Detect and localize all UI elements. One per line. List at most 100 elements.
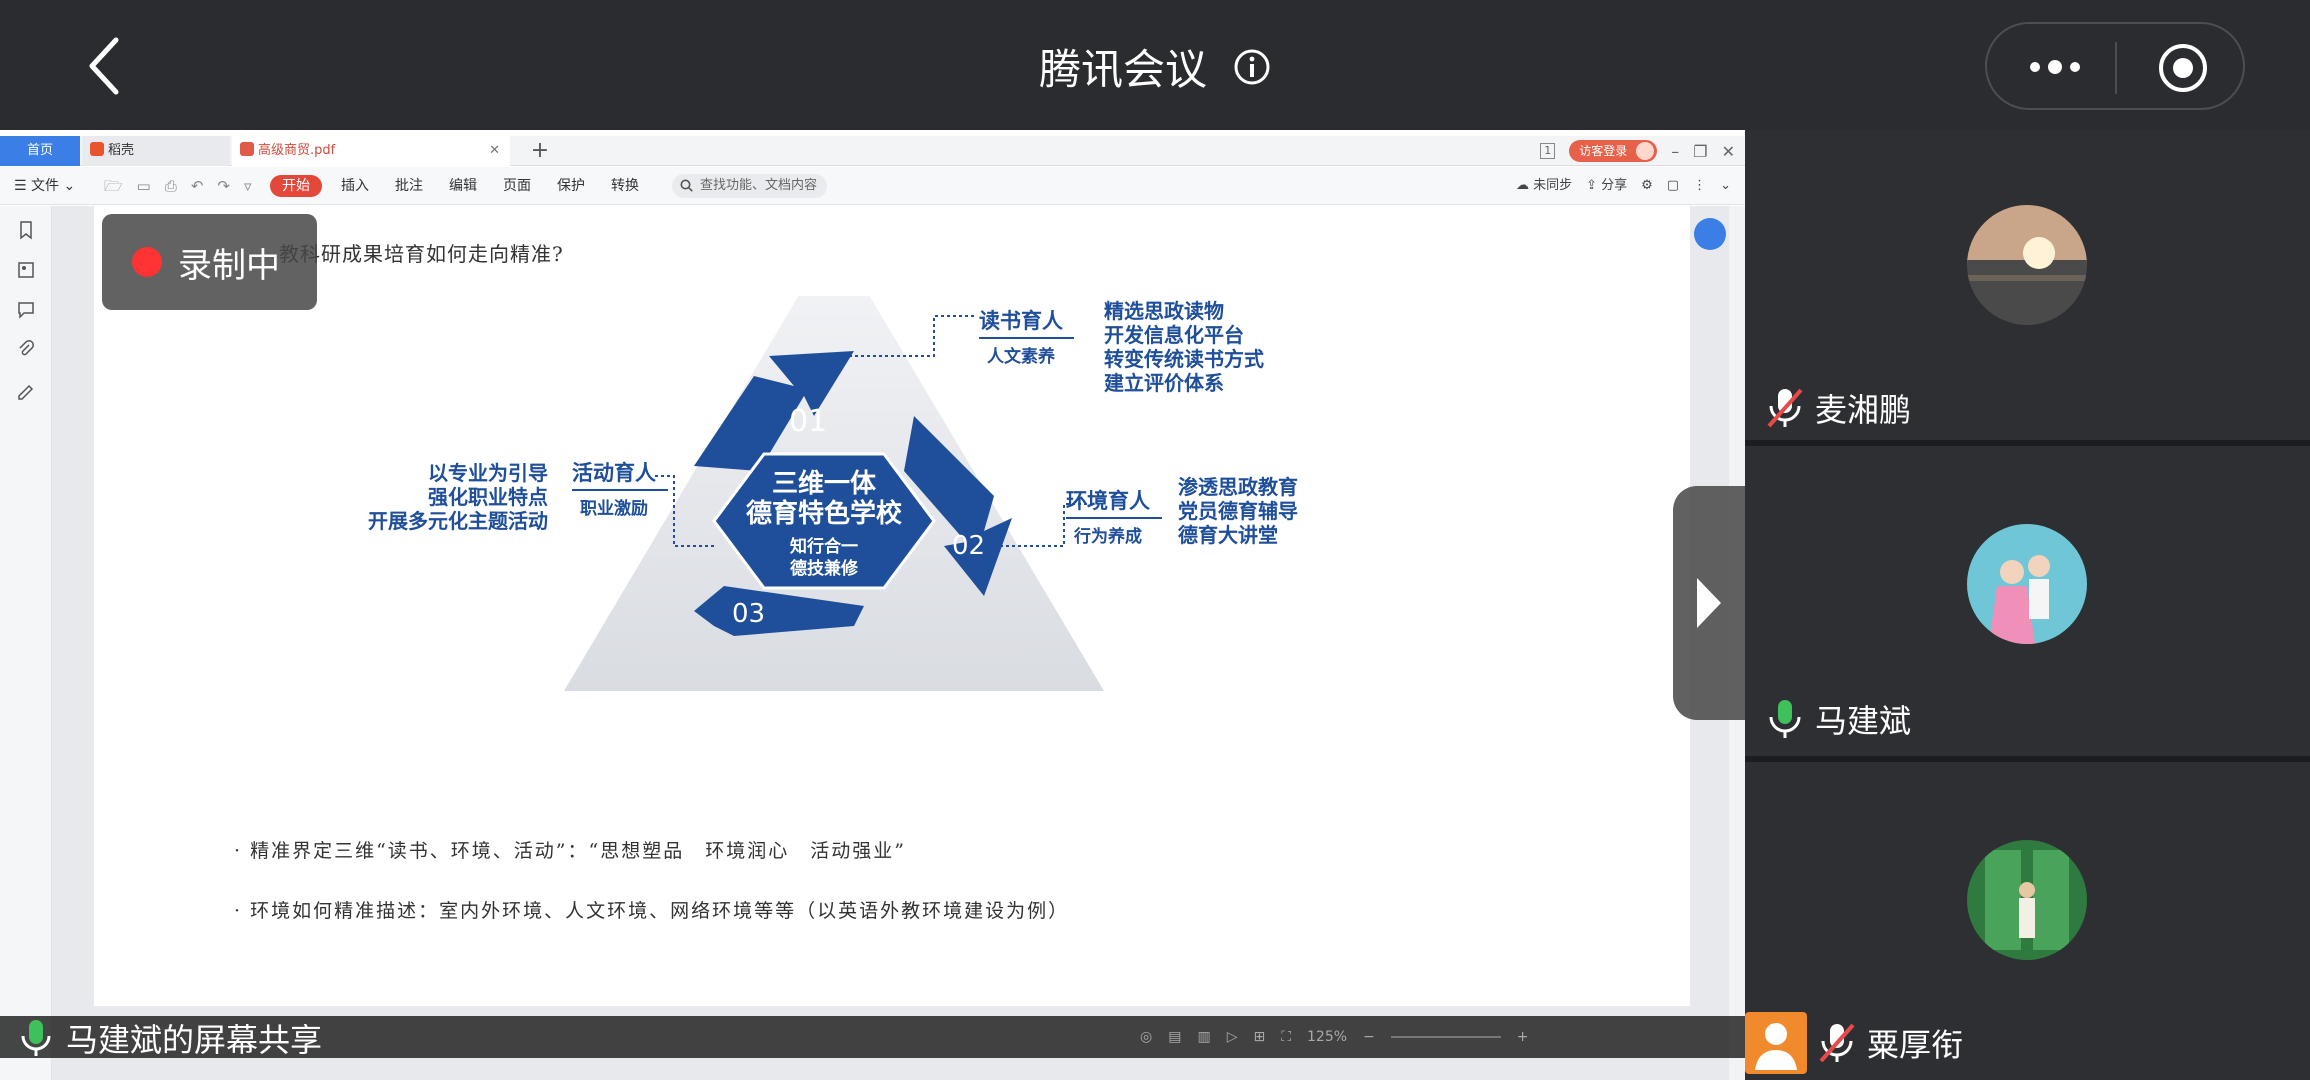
document-canvas: 教科研成果培育如何走向精准? 01 02 03 三维一体 德育特色学校 知行合一… — [52, 206, 1745, 1080]
share-button[interactable]: ⇪ 分享 — [1586, 167, 1627, 205]
exit-meeting-icon[interactable] — [2157, 42, 2209, 94]
single-page-icon[interactable]: ▤ — [1168, 1029, 1181, 1045]
signature-icon[interactable] — [16, 380, 36, 400]
attachment-icon[interactable] — [16, 340, 36, 360]
page-indicator: 1 — [1540, 143, 1556, 159]
play-icon[interactable]: ▷ — [1227, 1029, 1238, 1045]
activity-item-2: 强化职业特点 — [428, 485, 548, 509]
sync-status[interactable]: ☁ 未同步 — [1516, 167, 1572, 205]
env-item-1: 渗透思政教育 — [1178, 475, 1298, 499]
docer-logo-icon — [90, 142, 104, 156]
read-title: 读书育人 — [979, 309, 1063, 333]
minimize-icon[interactable]: – — [1671, 142, 1679, 161]
tab-docer[interactable]: 稻壳 — [82, 136, 230, 166]
collapse-icon[interactable]: ⌄ — [1720, 167, 1731, 205]
zoom-controls: ◎ ▤ ▥ ▷ ⊞ ⛶ 125% − + — [1140, 1016, 1529, 1058]
new-tab-button[interactable]: + — [520, 136, 560, 166]
floating-tool-button[interactable] — [1694, 218, 1726, 250]
menu-annotate[interactable]: 批注 — [382, 167, 436, 205]
bookmark-icon[interactable] — [16, 220, 36, 240]
undo-icon[interactable]: ↶ — [191, 167, 204, 205]
mic-muted-icon — [1767, 388, 1803, 428]
label-03: 03 — [732, 599, 765, 629]
menu-insert[interactable]: 插入 — [328, 167, 382, 205]
activity-title: 活动育人 — [572, 461, 656, 485]
participant-tile[interactable]: 粟厚衔 — [1745, 762, 2310, 1080]
tab-pdf-document[interactable]: 高级商贸.pdf ✕ — [232, 136, 510, 166]
read-sub: 人文素养 — [987, 346, 1056, 367]
close-tab-icon[interactable]: ✕ — [489, 136, 500, 166]
wps-tab-bar: 首页 稻壳 高级商贸.pdf ✕ + 1 访客登录 – ❐ ✕ — [0, 136, 1745, 166]
participant-name: 马建斌 — [1815, 702, 1912, 740]
participant-panel: 麦湘鹏 马建斌 粟厚衔 — [1745, 130, 2310, 1080]
restore-icon[interactable]: ❐ — [1693, 142, 1707, 161]
participant-name: 麦湘鹏 — [1815, 391, 1912, 429]
menu-protect[interactable]: 保护 — [544, 167, 598, 205]
top-right-controls — [1985, 22, 2245, 110]
read-item-2: 开发信息化平台 — [1104, 323, 1244, 347]
fit-width-icon[interactable]: ⊞ — [1253, 1029, 1265, 1045]
open-folder-icon[interactable]: 🗁 — [104, 167, 123, 205]
more-icon[interactable]: ⋮ — [1693, 167, 1706, 205]
tab-home[interactable]: 首页 — [0, 136, 80, 166]
mic-on-icon — [1769, 700, 1801, 738]
comments-icon[interactable] — [16, 300, 36, 320]
guest-login-button[interactable]: 访客登录 — [1569, 140, 1658, 162]
close-window-icon[interactable]: ✕ — [1722, 142, 1735, 161]
env-sub: 行为养成 — [1073, 526, 1142, 547]
participant-tile[interactable]: 麦湘鹏 — [1745, 130, 2310, 442]
label-02: 02 — [952, 531, 985, 561]
quick-access-icons: 🗁 ▭ ⎙ ↶ ↷ ▿ — [104, 167, 252, 205]
info-icon[interactable] — [1233, 48, 1271, 86]
ribbon-menu: 开始 插入 批注 编辑 页面 保护 转换 — [270, 167, 652, 205]
screen-share-label: 马建斌的屏幕共享 — [18, 1018, 322, 1059]
menu-edit[interactable]: 编辑 — [436, 167, 490, 205]
double-page-icon[interactable]: ▥ — [1197, 1029, 1210, 1045]
center-title-2: 德育特色学校 — [746, 498, 903, 529]
eye-icon[interactable]: ◎ — [1140, 1029, 1152, 1045]
menu-page[interactable]: 页面 — [490, 167, 544, 205]
settings-icon[interactable]: ⚙ — [1641, 167, 1653, 205]
document-page: 教科研成果培育如何走向精准? 01 02 03 三维一体 德育特色学校 知行合一… — [94, 206, 1690, 1006]
search-box[interactable]: 查找功能、文档内容 — [672, 174, 828, 198]
wps-toolbar: ☰ 文件 ⌄ 🗁 ▭ ⎙ ↶ ↷ ▿ 开始 插入 批注 编辑 页面 保护 转换 … — [0, 167, 1745, 205]
panel-toggle-button[interactable] — [1673, 486, 1745, 720]
meeting-title: 腾讯会议 — [1038, 45, 1207, 94]
bullet-1: · 精准界定三维“读书、环境、活动”：“思想塑品 环境润心 活动强业” — [234, 840, 906, 862]
participant-name: 粟厚衔 — [1867, 1026, 1964, 1064]
zoom-out-icon[interactable]: − — [1363, 1029, 1375, 1045]
tab-bar-right: 1 访客登录 – ❐ ✕ — [1540, 136, 1745, 166]
dropdown-icon[interactable]: ▿ — [244, 167, 252, 205]
file-menu[interactable]: ☰ 文件 ⌄ — [14, 167, 75, 205]
participant-tile[interactable]: 马建斌 — [1745, 446, 2310, 758]
zoom-slider[interactable] — [1390, 1036, 1501, 1038]
more-options-icon[interactable] — [2027, 53, 2083, 81]
print-icon[interactable]: ⎙ — [165, 167, 177, 205]
avatar — [1967, 524, 2087, 644]
bullet-2: · 环境如何精准描述：室内外环境、人文环境、网络环境等等（以英语外教环境建设为例… — [234, 900, 1070, 922]
avatar — [1967, 205, 2087, 325]
user-avatar-icon — [1636, 142, 1655, 160]
top-bar: 腾讯会议 — [0, 0, 2310, 130]
activity-sub: 职业激励 — [580, 498, 648, 519]
menu-convert[interactable]: 转换 — [598, 167, 652, 205]
read-item-1: 精选思政读物 — [1104, 299, 1224, 323]
activity-item-3: 开展多元化主题活动 — [368, 509, 548, 533]
comment-icon[interactable]: ▢ — [1667, 167, 1679, 205]
read-item-3: 转变传统读书方式 — [1104, 347, 1264, 371]
menu-start[interactable]: 开始 — [270, 175, 322, 197]
zoom-in-icon[interactable]: + — [1517, 1029, 1529, 1045]
activity-item-1: 以专业为引导 — [428, 461, 548, 485]
center-sub-1: 知行合一 — [789, 536, 858, 557]
three-dimension-diagram: 01 02 03 三维一体 德育特色学校 知行合一 德技兼修 读书育人 人文素养… — [294, 236, 1394, 716]
search-icon — [680, 179, 693, 192]
mic-muted-icon — [1819, 1023, 1855, 1063]
pill-divider — [2115, 42, 2117, 94]
thumbnail-icon[interactable] — [16, 260, 36, 280]
env-title: 环境育人 — [1066, 489, 1150, 513]
center-title-1: 三维一体 — [772, 468, 877, 499]
save-icon[interactable]: ▭ — [137, 167, 151, 205]
redo-icon[interactable]: ↷ — [217, 167, 230, 205]
page-heading: 教科研成果培育如何走向精准? — [279, 242, 564, 266]
fit-page-icon[interactable]: ⛶ — [1281, 1029, 1291, 1045]
